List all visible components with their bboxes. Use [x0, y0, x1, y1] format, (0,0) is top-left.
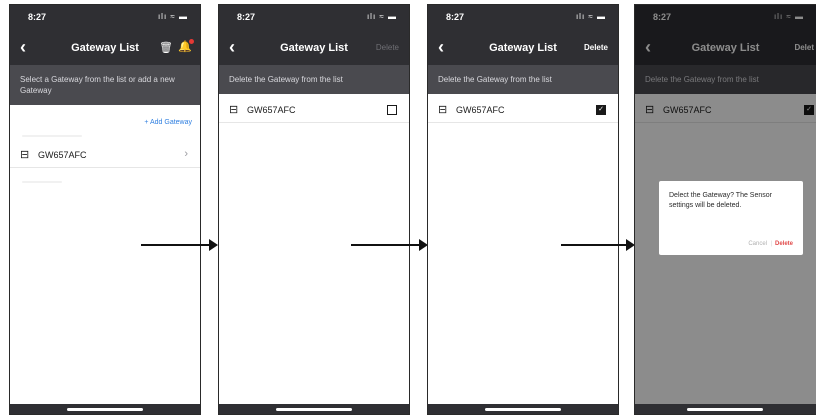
- home-indicator: [219, 404, 409, 414]
- home-indicator: [635, 404, 816, 414]
- delete-button[interactable]: Delete: [376, 43, 399, 52]
- divider: [22, 181, 62, 183]
- nav-bar: ‹ Gateway List Delete: [219, 31, 409, 65]
- instruction-banner: Delete the Gateway from the list: [219, 65, 409, 94]
- home-indicator: [10, 404, 200, 414]
- notification-badge: [189, 39, 194, 44]
- dialog-message: Delect the Gateway? The Sensor settings …: [669, 192, 772, 209]
- phone-screen-delete-dialog: 8:27 ılı ≈ ▬ ‹ Gateway List Delet Delete…: [634, 4, 816, 415]
- home-bar[interactable]: [67, 408, 143, 411]
- status-icons: ılı ≈ ▬: [157, 12, 188, 21]
- cancel-button[interactable]: Cancel: [748, 241, 767, 247]
- status-icons: ılı ≈ ▬: [366, 12, 397, 21]
- gateway-name: GW657AFC: [247, 105, 296, 115]
- home-bar[interactable]: [485, 408, 561, 411]
- status-time: 8:27: [28, 12, 47, 22]
- status-bar: 8:27 ılı ≈ ▬: [428, 5, 618, 31]
- gateway-name: GW657AFC: [456, 105, 505, 115]
- instruction-banner: Select a Gateway from the list or add a …: [10, 65, 200, 105]
- home-bar[interactable]: [276, 408, 352, 411]
- add-gateway-button[interactable]: + Add Gateway: [144, 119, 192, 126]
- flow-arrow-head: [209, 239, 218, 251]
- nav-bar: ‹ Gateway List Delete: [428, 31, 618, 65]
- instruction-banner: Delete the Gateway from the list: [428, 65, 618, 94]
- status-bar: 8:27 ılı ≈ ▬: [10, 5, 200, 31]
- trash-icon[interactable]: 🗑: [159, 41, 173, 54]
- delete-button[interactable]: Delete: [584, 43, 608, 52]
- nav-bar: ‹ Gateway List 🗑 🔔: [10, 31, 200, 65]
- home-indicator: [428, 404, 618, 414]
- chevron-right-icon: ›: [184, 148, 188, 160]
- phone-screen-gateway-list: 8:27 ılı ≈ ▬ ‹ Gateway List 🗑 🔔 Select a…: [9, 4, 201, 415]
- divider: [22, 135, 82, 137]
- status-time: 8:27: [446, 12, 465, 22]
- checkbox-checked-icon[interactable]: ✓: [596, 105, 606, 115]
- gateway-row[interactable]: ⊟ GW657AFC: [219, 98, 409, 123]
- button-separator: |: [770, 241, 772, 247]
- gateway-row[interactable]: ⊟ GW657AFC ✓: [428, 98, 618, 123]
- status-time: 8:27: [237, 12, 256, 22]
- phone-screen-delete-select: 8:27 ılı ≈ ▬ ‹ Gateway List Delete Delet…: [218, 4, 410, 415]
- flow-arrow: [351, 244, 420, 246]
- flow-arrow: [561, 244, 627, 246]
- gateway-row[interactable]: ⊟ GW657AFC ›: [10, 143, 200, 168]
- gateway-icon: ⊟: [20, 149, 30, 161]
- flow-arrow: [141, 244, 210, 246]
- confirm-delete-button[interactable]: Delete: [775, 241, 793, 247]
- status-icons: ılı ≈ ▬: [575, 12, 606, 21]
- gateway-icon: ⊟: [438, 104, 448, 116]
- home-bar[interactable]: [687, 408, 763, 411]
- status-bar: 8:27 ılı ≈ ▬: [219, 5, 409, 31]
- phone-screen-delete-checked: 8:27 ılı ≈ ▬ ‹ Gateway List Delete Delet…: [427, 4, 619, 415]
- confirm-dialog: Delect the Gateway? The Sensor settings …: [659, 181, 803, 255]
- checkbox-icon[interactable]: [387, 105, 397, 115]
- gateway-icon: ⊟: [229, 104, 239, 116]
- gateway-name: GW657AFC: [38, 150, 87, 160]
